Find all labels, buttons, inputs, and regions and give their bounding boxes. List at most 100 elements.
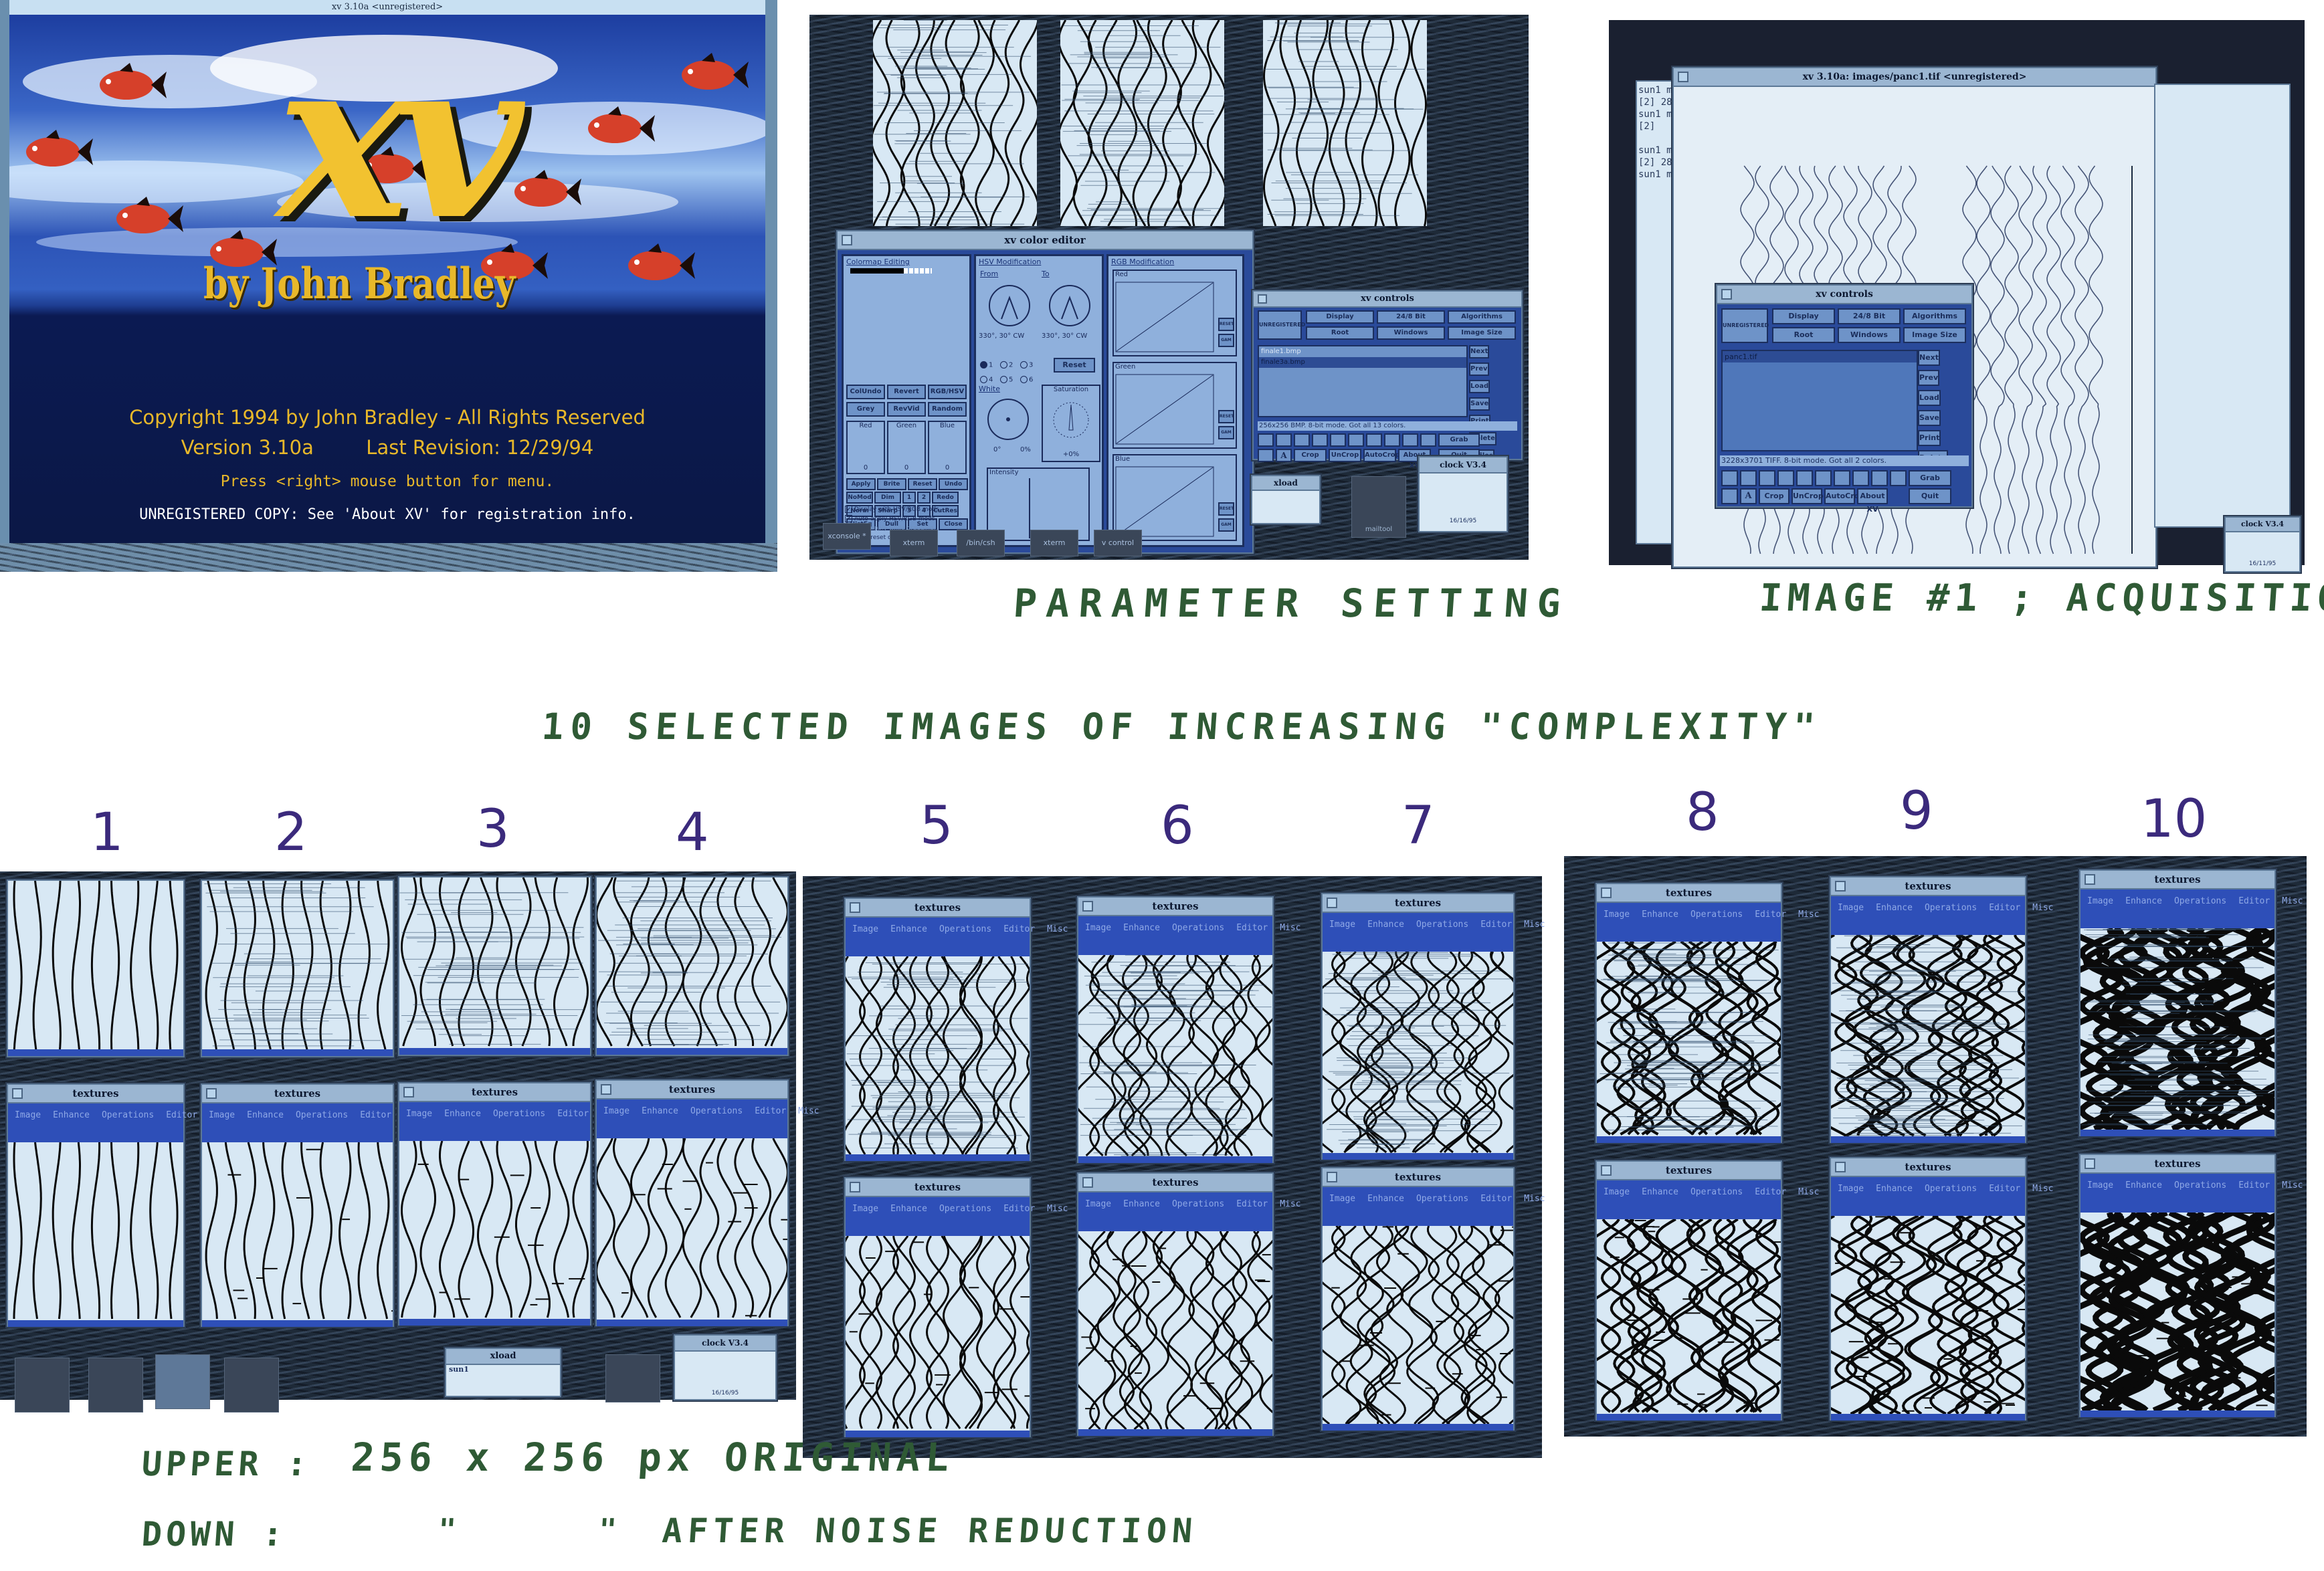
taskbar-icon-v-control[interactable]: v control xyxy=(1094,530,1142,556)
window-menu-icon[interactable] xyxy=(2085,874,2095,885)
tool-icon-button[interactable] xyxy=(1777,470,1794,486)
grab-button[interactable]: Grab xyxy=(1909,470,1951,486)
crop-button[interactable]: Crop xyxy=(1294,449,1327,462)
menu-editor[interactable]: Editor xyxy=(1003,924,1035,934)
autocrop-button[interactable]: AutoCrop xyxy=(1363,449,1400,462)
window-menu-icon[interactable] xyxy=(403,1087,414,1097)
preset-radio-5[interactable]: 5 xyxy=(1000,375,1020,383)
menu-editor[interactable]: Editor xyxy=(2238,896,2270,906)
menu-editor[interactable]: Editor xyxy=(557,1109,589,1119)
menu-enhance[interactable]: Enhance xyxy=(1123,923,1160,933)
revvid-button[interactable]: RevVid xyxy=(887,402,926,417)
menu-image[interactable]: Image xyxy=(209,1110,235,1120)
prev-button[interactable]: Prev xyxy=(1469,362,1489,376)
menu-enhance[interactable]: Enhance xyxy=(53,1110,90,1120)
text-tool-button[interactable]: A xyxy=(1276,449,1292,462)
menu-enhance[interactable]: Enhance xyxy=(890,1204,927,1214)
tool-icon-button[interactable] xyxy=(1420,433,1436,447)
gam-curve-button[interactable]: GAM xyxy=(1218,334,1234,347)
undo-button[interactable]: Undo xyxy=(939,478,968,490)
checkbox-row[interactable]: ✔ Display with HSV/RGB mods. xyxy=(845,505,967,514)
menu-editor[interactable]: Editor xyxy=(1989,1184,2020,1194)
menu-misc[interactable]: Misc xyxy=(1798,910,1819,920)
save-button[interactable]: Save xyxy=(1469,397,1490,411)
1-button[interactable]: 1 xyxy=(902,492,916,504)
taskbar-icon-xterm[interactable]: xterm xyxy=(1030,530,1078,556)
text-tool-button[interactable]: A xyxy=(1740,488,1757,504)
menu-enhance[interactable]: Enhance xyxy=(2125,896,2162,906)
gam-curve-button[interactable]: GAM xyxy=(1218,426,1234,439)
menu-editor[interactable]: Editor xyxy=(166,1110,197,1120)
menu-enhance[interactable]: Enhance xyxy=(444,1109,481,1119)
tool-icon-button[interactable] xyxy=(1796,470,1813,486)
checkbox-row[interactable]: ✔ Auto-apply HSV/RGB mods. xyxy=(845,514,967,524)
window-menu-icon[interactable] xyxy=(842,235,852,245)
menu-image[interactable]: Image xyxy=(852,924,878,934)
reset-button[interactable]: Reset xyxy=(908,478,937,490)
hsv-to-dial[interactable] xyxy=(1043,279,1096,332)
taskbar-icon-xterm[interactable]: xterm xyxy=(890,530,938,556)
tool-icon-button[interactable] xyxy=(1740,470,1757,486)
brite-button[interactable]: Brite xyxy=(877,478,906,490)
menu-image[interactable]: Image xyxy=(852,1204,878,1214)
revert-button[interactable]: Revert xyxy=(887,385,926,399)
colundo-button[interactable]: ColUndo xyxy=(846,385,885,399)
window-menu-icon[interactable] xyxy=(1601,1165,1612,1176)
menu-editor[interactable]: Editor xyxy=(1480,1194,1512,1204)
root-button[interactable]: Root xyxy=(1772,327,1835,343)
windows-button[interactable]: Windows xyxy=(1377,326,1445,340)
menu-misc[interactable]: Misc xyxy=(1047,1204,1068,1214)
reset-curve-button[interactable]: RESET xyxy=(1218,318,1234,331)
menu-enhance[interactable]: Enhance xyxy=(1367,1194,1404,1204)
menu-operations[interactable]: Operations xyxy=(2174,1180,2226,1190)
display-button[interactable]: Display xyxy=(1772,308,1835,324)
window-menu-icon[interactable] xyxy=(2085,1158,2095,1169)
box-tool-button[interactable] xyxy=(1721,488,1738,504)
menu-editor[interactable]: Editor xyxy=(1236,923,1268,933)
tool-icon-button[interactable] xyxy=(1276,433,1292,447)
window-menu-icon[interactable] xyxy=(1327,1172,1337,1182)
window-menu-icon[interactable] xyxy=(850,1182,860,1192)
menu-editor[interactable]: Editor xyxy=(1236,1199,1268,1209)
preset-radio-1[interactable]: 1 xyxy=(980,360,1000,369)
dim-button[interactable]: Dim xyxy=(874,492,901,504)
menu-operations[interactable]: Operations xyxy=(102,1110,154,1120)
menu-operations[interactable]: Operations xyxy=(296,1110,348,1120)
tool-icon-button[interactable] xyxy=(1815,470,1832,486)
image-size-button[interactable]: Image Size xyxy=(1448,326,1516,340)
display-button[interactable]: Display xyxy=(1306,310,1374,324)
file-list[interactable]: panc1.tif xyxy=(1721,350,1918,451)
file-list-item[interactable]: panc1.tif xyxy=(1723,351,1917,362)
tool-icon-button[interactable] xyxy=(1834,470,1850,486)
tool-icon-button[interactable] xyxy=(1759,470,1775,486)
window-menu-icon[interactable] xyxy=(850,902,860,913)
preset-radio-3[interactable]: 3 xyxy=(1020,360,1040,369)
tool-icon-button[interactable] xyxy=(1330,433,1346,447)
menu-editor[interactable]: Editor xyxy=(360,1110,391,1120)
menu-image[interactable]: Image xyxy=(2087,896,2113,906)
menu-operations[interactable]: Operations xyxy=(690,1106,743,1116)
menu-editor[interactable]: Editor xyxy=(1003,1204,1035,1214)
preset-radio-4[interactable]: 4 xyxy=(980,375,1000,383)
workspace-icon[interactable] xyxy=(88,1358,143,1412)
redo-button[interactable]: Redo xyxy=(932,492,959,504)
window-menu-icon[interactable] xyxy=(1678,72,1688,82)
menu-enhance[interactable]: Enhance xyxy=(1642,1187,1678,1197)
grey-button[interactable]: Grey xyxy=(846,402,885,417)
menu-enhance[interactable]: Enhance xyxy=(247,1110,284,1120)
hsv-reset-button[interactable]: Reset xyxy=(1054,358,1095,373)
menu-operations[interactable]: Operations xyxy=(1925,903,1977,913)
next-button[interactable]: Next xyxy=(1469,345,1490,358)
red-dial[interactable]: Red 0 xyxy=(846,421,885,474)
checkbox[interactable]: ✔ xyxy=(845,515,852,522)
mailtool-icon[interactable]: mailtool xyxy=(1351,476,1406,538)
tool-icon-button[interactable] xyxy=(1871,470,1888,486)
menu-image[interactable]: Image xyxy=(1604,1187,1630,1197)
window-menu-icon[interactable] xyxy=(206,1088,217,1099)
quit-button[interactable]: Quit xyxy=(1909,488,1951,504)
nomod-button[interactable]: NoMod xyxy=(846,492,873,504)
menu-image[interactable]: Image xyxy=(1329,1194,1355,1204)
algorithms-button[interactable]: Algorithms xyxy=(1903,308,1966,324)
tool-icon-button[interactable] xyxy=(1852,470,1869,486)
menu-image[interactable]: Image xyxy=(15,1110,41,1120)
